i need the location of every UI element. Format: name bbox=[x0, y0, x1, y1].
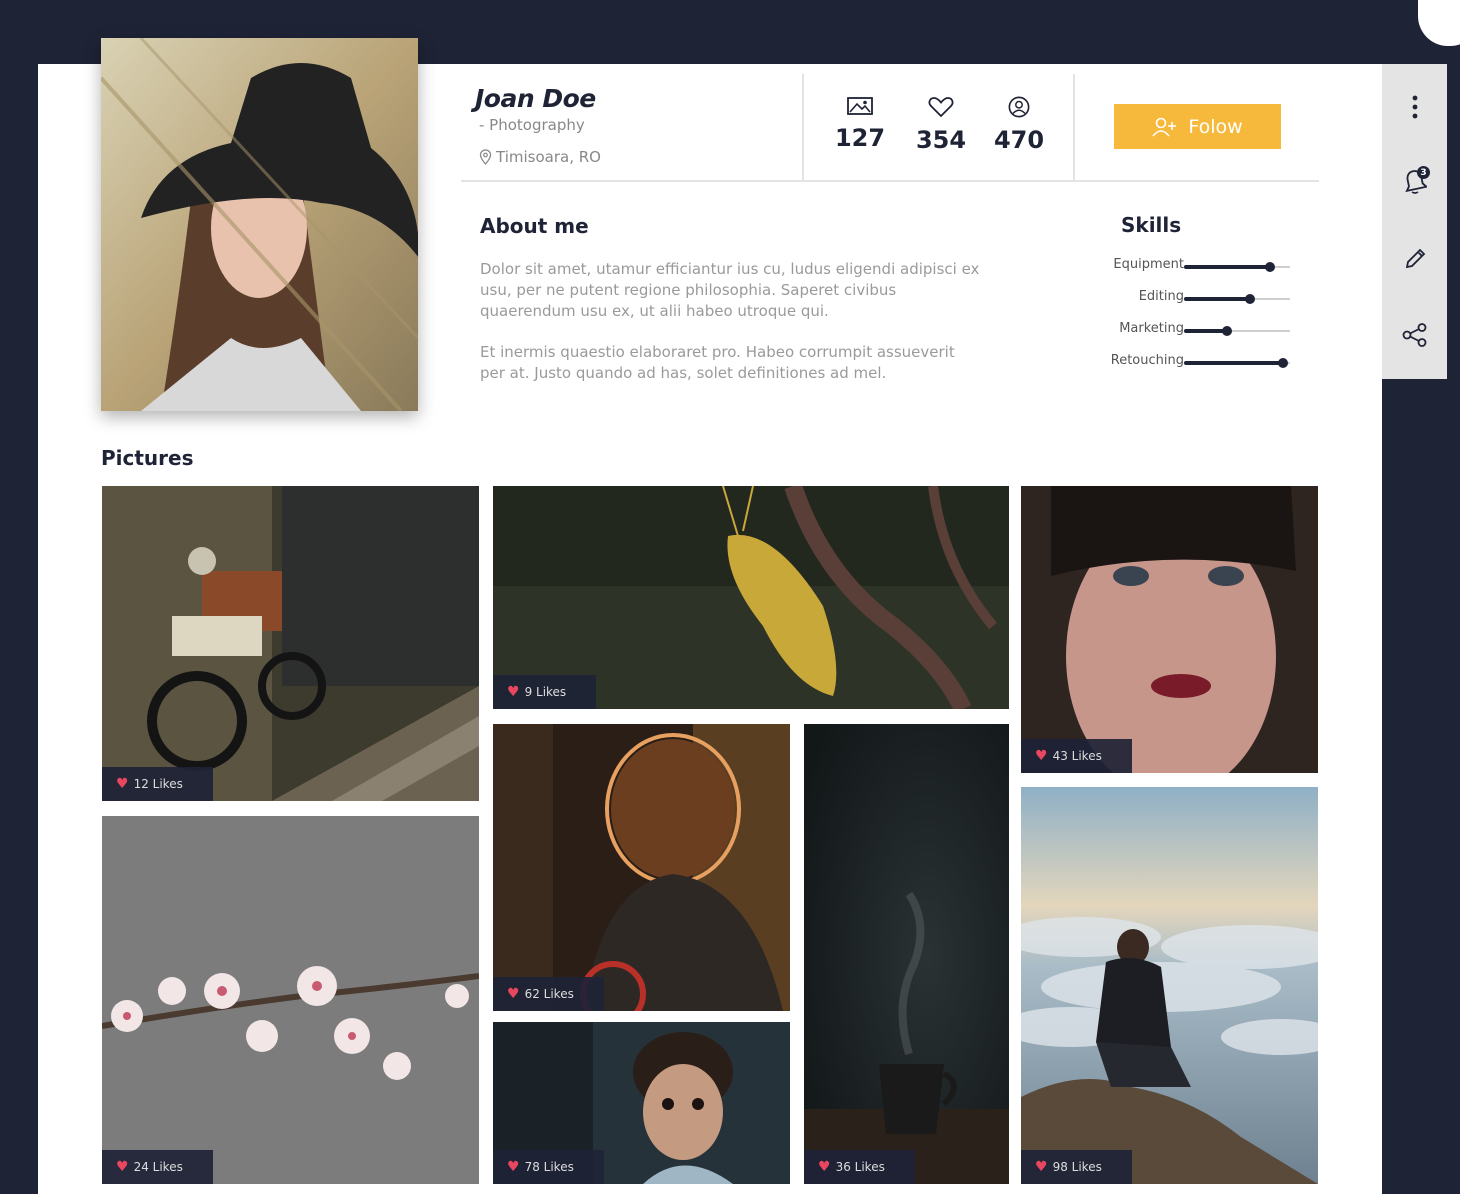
more-vertical-icon bbox=[1412, 95, 1418, 119]
likes-count: 9 Likes bbox=[524, 685, 567, 699]
heart-icon: ♥ bbox=[1035, 1159, 1048, 1175]
skill-row: Editing bbox=[1080, 289, 1300, 309]
skill-slider-knob[interactable] bbox=[1277, 358, 1288, 368]
stat-photos-value: 127 bbox=[834, 124, 886, 152]
share-icon bbox=[1402, 323, 1427, 347]
header-divider bbox=[802, 74, 804, 180]
user-icon bbox=[1008, 96, 1030, 118]
stat-followers: 470 bbox=[989, 96, 1049, 154]
notification-count-badge: 3 bbox=[1417, 166, 1430, 179]
skill-slider-track bbox=[1184, 262, 1290, 272]
likes-badge[interactable]: ♥ 24 Likes bbox=[102, 1150, 213, 1184]
skill-label: Equipment bbox=[1113, 257, 1184, 272]
edit-button[interactable] bbox=[1400, 244, 1430, 274]
stat-photos: 127 bbox=[830, 96, 890, 152]
likes-count: 36 Likes bbox=[835, 1160, 885, 1174]
likes-badge[interactable]: ♥ 62 Likes bbox=[493, 977, 604, 1011]
heart-icon bbox=[928, 97, 954, 118]
picture-woman-portrait[interactable]: ♥ 43 Likes bbox=[1021, 486, 1318, 773]
likes-count: 78 Likes bbox=[524, 1160, 574, 1174]
heart-icon: ♥ bbox=[818, 1159, 831, 1175]
skill-slider-knob[interactable] bbox=[1264, 262, 1275, 272]
stat-likes: 354 bbox=[911, 96, 971, 154]
likes-count: 43 Likes bbox=[1052, 749, 1102, 763]
profile-role: - Photography bbox=[479, 116, 585, 134]
skill-slider-fill bbox=[1184, 265, 1270, 269]
likes-count: 24 Likes bbox=[133, 1160, 183, 1174]
stat-likes-value: 354 bbox=[915, 126, 967, 154]
location-pin-icon bbox=[479, 149, 492, 165]
image-icon bbox=[847, 97, 873, 115]
likes-count: 98 Likes bbox=[1052, 1160, 1102, 1174]
about-paragraph-1: Dolor sit amet, utamur efficiantur ius c… bbox=[480, 260, 980, 320]
location-text: Timisoara, RO bbox=[496, 148, 601, 166]
header-divider bbox=[1073, 74, 1075, 180]
skill-slider-track bbox=[1184, 294, 1290, 304]
share-button[interactable] bbox=[1400, 320, 1430, 350]
profile-name: Joan Doe bbox=[475, 84, 596, 113]
skill-label: Retouching bbox=[1110, 353, 1184, 368]
likes-badge[interactable]: ♥ 36 Likes bbox=[804, 1150, 915, 1184]
skill-slider-knob[interactable] bbox=[1244, 294, 1255, 304]
more-options-button[interactable] bbox=[1400, 92, 1430, 122]
skill-slider-track bbox=[1184, 358, 1290, 368]
skill-label: Marketing bbox=[1119, 321, 1184, 336]
pencil-icon bbox=[1405, 248, 1426, 269]
likes-badge[interactable]: ♥ 43 Likes bbox=[1021, 739, 1132, 773]
likes-badge[interactable]: ♥ 12 Likes bbox=[102, 767, 213, 801]
likes-count: 62 Likes bbox=[524, 987, 574, 1001]
notifications-button[interactable]: 3 bbox=[1400, 166, 1430, 196]
skill-slider-fill bbox=[1184, 297, 1250, 301]
likes-badge[interactable]: ♥ 9 Likes bbox=[493, 675, 597, 709]
profile-location: Timisoara, RO bbox=[479, 148, 601, 166]
skill-slider-fill bbox=[1184, 329, 1228, 333]
side-action-panel: 3 bbox=[1382, 64, 1447, 379]
skill-label: Editing bbox=[1138, 289, 1184, 304]
heart-icon: ♥ bbox=[507, 986, 520, 1002]
add-user-icon bbox=[1152, 117, 1177, 137]
heart-icon: ♥ bbox=[507, 684, 520, 700]
stat-followers-value: 470 bbox=[993, 126, 1045, 154]
skill-row: Marketing bbox=[1080, 321, 1300, 341]
skill-slider-fill bbox=[1184, 361, 1283, 365]
picture-child[interactable]: ♥ 78 Likes bbox=[493, 1022, 790, 1184]
skills-title: Skills bbox=[1121, 213, 1182, 237]
picture-motorcycle[interactable]: ♥ 12 Likes bbox=[102, 486, 479, 801]
likes-badge[interactable]: ♥ 78 Likes bbox=[493, 1150, 604, 1184]
about-title: About me bbox=[480, 214, 589, 238]
follow-button[interactable]: Folow bbox=[1114, 104, 1281, 149]
picture-girl-sunlight[interactable]: ♥ 62 Likes bbox=[493, 724, 790, 1011]
skill-row: Equipment bbox=[1080, 257, 1300, 277]
profile-header: Joan Doe - Photography Timisoara, RO 127… bbox=[461, 74, 1319, 182]
profile-avatar bbox=[101, 38, 418, 411]
skill-row: Retouching bbox=[1080, 353, 1300, 373]
picture-man-clouds[interactable]: ♥ 98 Likes bbox=[1021, 787, 1318, 1184]
skill-slider-knob[interactable] bbox=[1222, 326, 1233, 336]
heart-icon: ♥ bbox=[116, 776, 129, 792]
picture-coffee-cup[interactable]: ♥ 36 Likes bbox=[804, 724, 1009, 1184]
pictures-title: Pictures bbox=[101, 446, 194, 470]
picture-cherry-blossom[interactable]: ♥ 24 Likes bbox=[102, 816, 479, 1184]
likes-badge[interactable]: ♥ 98 Likes bbox=[1021, 1150, 1132, 1184]
heart-icon: ♥ bbox=[507, 1159, 520, 1175]
heart-icon: ♥ bbox=[116, 1159, 129, 1175]
follow-label: Folow bbox=[1188, 115, 1243, 138]
skill-slider-track bbox=[1184, 326, 1290, 336]
likes-count: 12 Likes bbox=[133, 777, 183, 791]
heart-icon: ♥ bbox=[1035, 748, 1048, 764]
corner-badge bbox=[1418, 0, 1460, 46]
picture-grasshopper[interactable]: ♥ 9 Likes bbox=[493, 486, 1009, 709]
about-paragraph-2: Et inermis quaestio elaboraret pro. Habe… bbox=[480, 343, 955, 382]
